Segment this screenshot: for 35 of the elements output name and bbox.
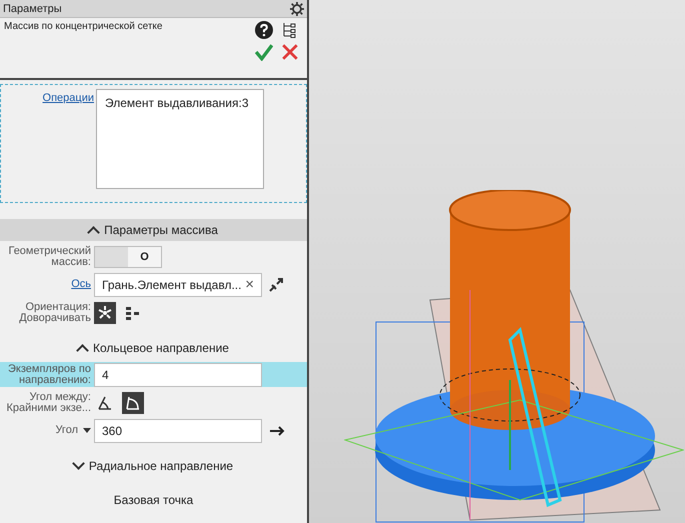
field-label: Угол bbox=[55, 425, 78, 436]
field-label: Угол между: bbox=[29, 392, 91, 402]
help-icon[interactable] bbox=[255, 21, 273, 39]
field-value: Доворачивать bbox=[19, 312, 91, 324]
operations-link[interactable]: Операции bbox=[42, 92, 94, 202]
orientation-option[interactable] bbox=[94, 302, 116, 324]
axis-field[interactable]: Грань.Элемент выдавл... × bbox=[94, 272, 262, 296]
axis-link[interactable]: Ось bbox=[71, 279, 91, 290]
operations-list[interactable]: Элемент выдавливания:3 bbox=[96, 89, 264, 189]
count-field[interactable]: 4 bbox=[94, 362, 262, 386]
clear-button[interactable]: × bbox=[245, 276, 254, 293]
section-title: Базовая точка bbox=[114, 493, 194, 507]
settings-icon[interactable] bbox=[290, 2, 304, 16]
close-icon[interactable] bbox=[281, 43, 299, 61]
panel-title: Параметры bbox=[3, 2, 62, 14]
field-label: Геометрический массив: bbox=[7, 246, 91, 268]
toggle-switch[interactable]: O bbox=[94, 246, 162, 268]
extreme-angle-icon bbox=[125, 394, 141, 410]
reverse-direction-icon[interactable] bbox=[268, 276, 284, 292]
angle-mode-option[interactable] bbox=[122, 392, 144, 414]
translate-icon bbox=[125, 304, 141, 320]
field-value: Крайними экзе... bbox=[6, 402, 91, 414]
tree-icon[interactable] bbox=[281, 21, 297, 39]
field-label: Экземпляров по направлению: bbox=[7, 364, 91, 386]
section-title[interactable]: Кольцевое направление bbox=[93, 341, 229, 355]
list-item[interactable]: Элемент выдавливания:3 bbox=[105, 96, 255, 110]
between-angle-icon bbox=[97, 394, 113, 410]
operation-name: Массив по концентрической сетке bbox=[4, 21, 162, 34]
section-header[interactable]: Параметры массива bbox=[0, 219, 307, 241]
section-title[interactable]: Параметры массива bbox=[104, 223, 218, 237]
section-title[interactable]: Радиальное направление bbox=[88, 459, 234, 473]
angle-field[interactable]: 360 bbox=[94, 418, 262, 442]
field-label: Ориентация: bbox=[25, 302, 91, 312]
rotate-icon bbox=[97, 304, 113, 320]
checkmark-icon[interactable] bbox=[255, 43, 273, 61]
